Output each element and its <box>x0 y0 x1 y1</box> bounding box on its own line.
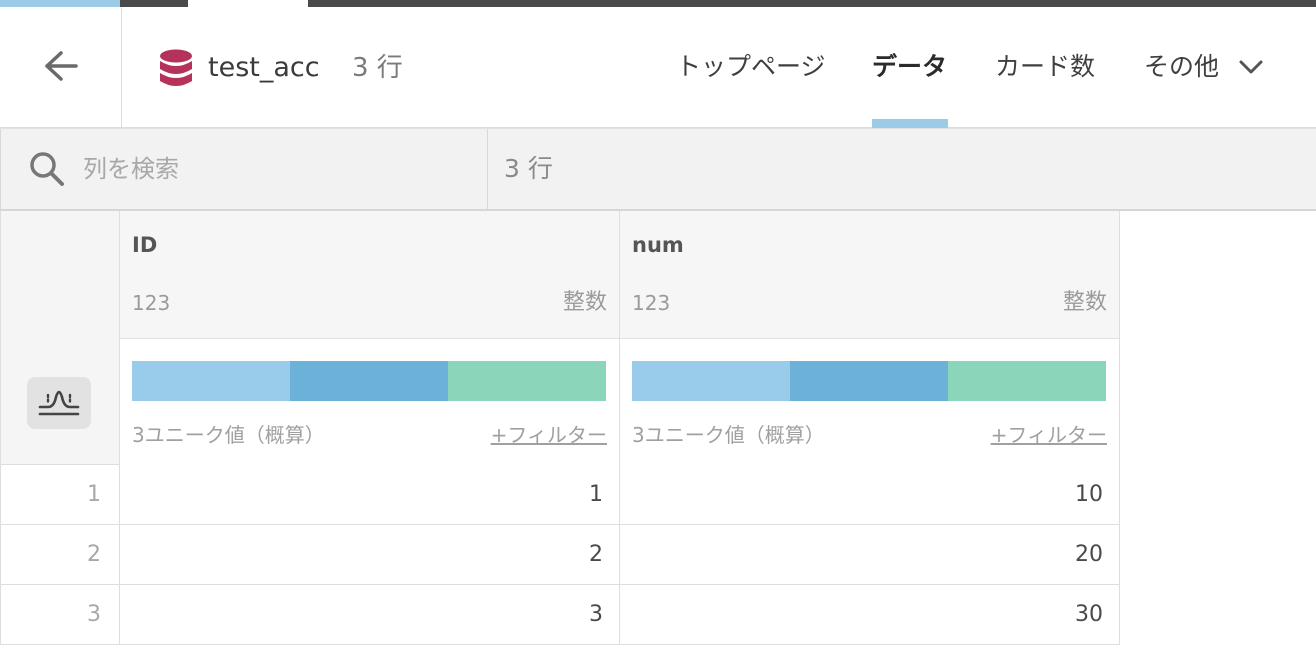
unique-count-text: 3ユニーク値（概算） <box>632 423 825 447</box>
column-summary: 3ユニーク値（概算） +フィルター <box>120 339 619 465</box>
column-type-name: 整数 <box>1062 290 1107 315</box>
column-header[interactable]: num 123 整数 <box>620 211 1119 339</box>
column-id: ID 123 整数 3ユニーク値（概算） +フィルター <box>120 211 620 465</box>
top-progress-strip <box>0 0 1316 7</box>
column-num: num 123 整数 3ユニーク値（概算） +フィルター <box>620 211 1120 465</box>
distribution-segment[interactable] <box>947 361 1106 401</box>
tab-top-page[interactable]: トップページ <box>676 47 826 87</box>
grid-corner <box>0 211 120 465</box>
top-strip-segment-dark <box>308 0 1316 7</box>
table-cell[interactable]: 1 <box>120 465 620 525</box>
value-distribution-bar[interactable] <box>132 361 606 401</box>
column-type-name: 整数 <box>562 290 607 315</box>
table-cell[interactable]: 2 <box>120 525 620 585</box>
top-strip-segment-dark <box>120 0 188 7</box>
tab-more[interactable]: その他 <box>1144 47 1219 87</box>
arrow-left-icon <box>43 50 79 86</box>
column-summary: 3ユニーク値（概算） +フィルター <box>620 339 1119 465</box>
distribution-segment[interactable] <box>632 361 790 401</box>
tab-card-count[interactable]: カード数 <box>995 47 1095 87</box>
table-cell[interactable]: 30 <box>620 585 1120 645</box>
row-number: 3 <box>0 585 120 645</box>
add-filter-link[interactable]: +フィルター <box>491 421 607 449</box>
data-grid: ID 123 整数 3ユニーク値（概算） +フィルター num 123 整数 3… <box>0 211 1316 668</box>
distribution-icon <box>36 383 82 423</box>
column-type-code: 123 <box>132 291 171 315</box>
row-number: 2 <box>0 525 120 585</box>
table-cell[interactable]: 20 <box>620 525 1120 585</box>
data-toolbar: 3 行 <box>0 128 1316 211</box>
table-row: 1 1 10 <box>0 465 1120 525</box>
active-tab-indicator <box>872 119 948 128</box>
top-strip-segment-blue <box>0 0 120 7</box>
toolbar-row-count: 3 行 <box>504 154 553 183</box>
column-name: ID <box>132 233 158 257</box>
value-distribution-bar[interactable] <box>632 361 1106 401</box>
row-number: 1 <box>0 465 120 525</box>
distribution-segment[interactable] <box>447 361 606 401</box>
table-row: 2 2 20 <box>0 525 1120 585</box>
distribution-toggle-button[interactable] <box>27 377 91 429</box>
database-icon <box>158 49 194 89</box>
column-header[interactable]: ID 123 整数 <box>120 211 619 339</box>
column-search <box>0 129 488 210</box>
search-input[interactable] <box>81 149 471 189</box>
table-cell[interactable]: 10 <box>620 465 1120 525</box>
search-icon <box>27 149 67 189</box>
tab-data[interactable]: データ <box>872 47 947 87</box>
chevron-down-icon[interactable] <box>1238 56 1264 78</box>
add-filter-link[interactable]: +フィルター <box>991 421 1107 449</box>
column-name: num <box>632 233 684 257</box>
distribution-segment[interactable] <box>789 361 948 401</box>
dataset-name: test_acc <box>208 52 320 83</box>
distribution-segment[interactable] <box>132 361 290 401</box>
dataset-header: test_acc 3 行 トップページ データ カード数 その他 <box>0 7 1316 128</box>
dataset-row-count: 3 行 <box>352 53 403 83</box>
back-button[interactable] <box>0 7 122 128</box>
table-cell[interactable]: 3 <box>120 585 620 645</box>
distribution-segment[interactable] <box>289 361 448 401</box>
column-type-code: 123 <box>632 291 671 315</box>
table-row: 3 3 30 <box>0 585 1120 645</box>
unique-count-text: 3ユニーク値（概算） <box>132 423 325 447</box>
